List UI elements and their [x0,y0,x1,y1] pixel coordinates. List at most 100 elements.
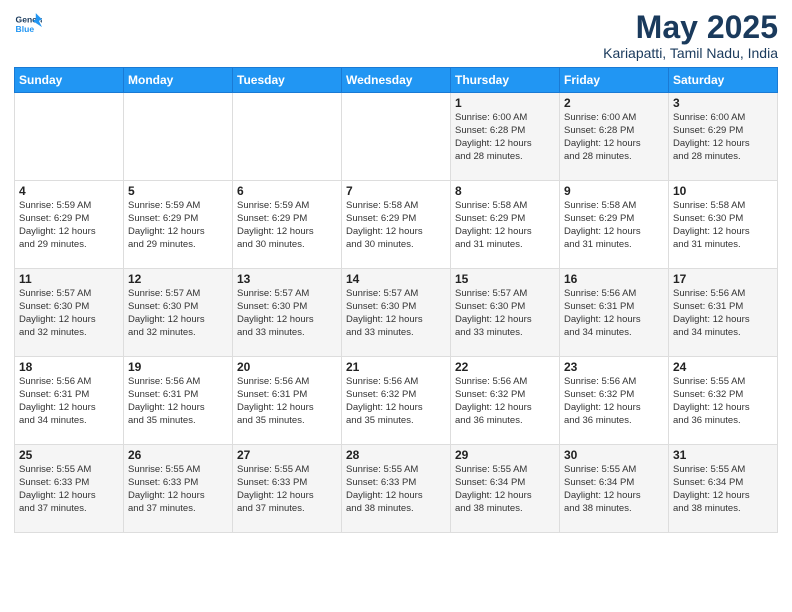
calendar-cell [233,93,342,181]
day-info: Sunrise: 6:00 AMSunset: 6:28 PMDaylight:… [455,112,555,163]
day-number: 2 [564,96,664,110]
svg-text:Blue: Blue [16,24,35,34]
day-number: 16 [564,272,664,286]
calendar-cell: 18Sunrise: 5:56 AMSunset: 6:31 PMDayligh… [15,357,124,445]
day-number: 12 [128,272,228,286]
calendar-cell: 13 Sunrise: 5:57 AMSunset: 6:30 PMDayligh… [233,269,342,357]
header: General Blue May 2025 Kariapatti, Tamil … [14,10,778,61]
day-header-tuesday: Tuesday [233,68,342,93]
day-info: Sunrise: 5:58 AMSunset: 6:29 PMDaylight:… [455,200,555,251]
day-info: Sunrise: 5:56 AMSunset: 6:31 PMDaylight:… [128,376,228,427]
day-number: 6 [237,184,337,198]
day-info: Sunrise: 5:57 AMSunset: 6:30 PMDaylight:… [346,288,446,339]
day-number: 3 [673,96,773,110]
day-info: Sunrise: 5:56 AMSunset: 6:32 PMDaylight:… [346,376,446,427]
day-number: 11 [19,272,119,286]
day-number: 18 [19,360,119,374]
calendar-cell: 3 Sunrise: 6:00 AMSunset: 6:29 PMDaylight… [669,93,778,181]
day-number: 25 [19,448,119,462]
page-subtitle: Kariapatti, Tamil Nadu, India [603,45,778,61]
calendar-cell: 10 Sunrise: 5:58 AMSunset: 6:30 PMDayligh… [669,181,778,269]
page-container: General Blue May 2025 Kariapatti, Tamil … [0,0,792,543]
calendar-cell: 5 Sunrise: 5:59 AMSunset: 6:29 PMDaylight… [124,181,233,269]
day-number: 24 [673,360,773,374]
calendar-week-row: 1 Sunrise: 6:00 AMSunset: 6:28 PMDaylight… [15,93,778,181]
calendar-cell: 31 Sunrise: 5:55 AMSunset: 6:34 PMDayligh… [669,445,778,533]
day-info: Sunrise: 5:59 AMSunset: 6:29 PMDaylight:… [128,200,228,251]
day-info: Sunrise: 5:58 AMSunset: 6:30 PMDaylight:… [673,200,773,251]
calendar-header-row: SundayMondayTuesdayWednesdayThursdayFrid… [15,68,778,93]
day-number: 5 [128,184,228,198]
day-number: 30 [564,448,664,462]
day-number: 15 [455,272,555,286]
day-info: Sunrise: 5:59 AMSunset: 6:29 PMDaylight:… [19,200,119,251]
day-info: Sunrise: 5:55 AMSunset: 6:34 PMDaylight:… [673,464,773,515]
day-info: Sunrise: 5:59 AMSunset: 6:29 PMDaylight:… [237,200,337,251]
day-number: 14 [346,272,446,286]
calendar-week-row: 11 Sunrise: 5:57 AMSunset: 6:30 PMDayligh… [15,269,778,357]
day-number: 13 [237,272,337,286]
day-info: Sunrise: 5:58 AMSunset: 6:29 PMDaylight:… [346,200,446,251]
day-number: 17 [673,272,773,286]
calendar-cell: 23 Sunrise: 5:56 AMSunset: 6:32 PMDayligh… [560,357,669,445]
day-number: 19 [128,360,228,374]
calendar-cell: 27 Sunrise: 5:55 AMSunset: 6:33 PMDayligh… [233,445,342,533]
day-info: Sunrise: 5:56 AMSunset: 6:32 PMDaylight:… [455,376,555,427]
day-info: Sunrise: 5:56 AMSunset: 6:32 PMDaylight:… [564,376,664,427]
calendar-cell: 7 Sunrise: 5:58 AMSunset: 6:29 PMDaylight… [342,181,451,269]
day-info: Sunrise: 6:00 AMSunset: 6:28 PMDaylight:… [564,112,664,163]
day-info: Sunrise: 5:56 AMSunset: 6:31 PMDaylight:… [564,288,664,339]
calendar-week-row: 18 Sunrise: 5:56 AMSunset: 6:31 PMDayligh… [15,357,778,445]
calendar-cell: 12Sunrise: 5:57 AMSunset: 6:30 PMDayligh… [124,269,233,357]
logo-icon: General Blue [14,10,42,38]
logo: General Blue [14,10,46,38]
calendar-cell: 17Sunrise: 5:56 AMSunset: 6:31 PMDayligh… [669,269,778,357]
calendar-cell: 19 Sunrise: 5:56 AMSunset: 6:31 PMDayligh… [124,357,233,445]
calendar-table: SundayMondayTuesdayWednesdayThursdayFrid… [14,67,778,533]
calendar-cell: 21Sunrise: 5:56 AMSunset: 6:32 PMDayligh… [342,357,451,445]
calendar-cell: 30 Sunrise: 5:55 AMSunset: 6:34 PMDayligh… [560,445,669,533]
day-header-sunday: Sunday [15,68,124,93]
calendar-cell: 9Sunrise: 5:58 AMSunset: 6:29 PMDaylight… [560,181,669,269]
day-number: 31 [673,448,773,462]
day-number: 22 [455,360,555,374]
day-info: Sunrise: 5:55 AMSunset: 6:34 PMDaylight:… [564,464,664,515]
calendar-cell: 20 Sunrise: 5:56 AMSunset: 6:31 PMDayligh… [233,357,342,445]
calendar-cell: 8 Sunrise: 5:58 AMSunset: 6:29 PMDaylight… [451,181,560,269]
calendar-cell: 24 Sunrise: 5:55 AMSunset: 6:32 PMDayligh… [669,357,778,445]
day-info: Sunrise: 5:55 AMSunset: 6:32 PMDaylight:… [673,376,773,427]
day-info: Sunrise: 5:55 AMSunset: 6:33 PMDaylight:… [346,464,446,515]
calendar-cell: 26Sunrise: 5:55 AMSunset: 6:33 PMDayligh… [124,445,233,533]
title-block: May 2025 Kariapatti, Tamil Nadu, India [603,10,778,61]
calendar-week-row: 25 Sunrise: 5:55 AMSunset: 6:33 PMDayligh… [15,445,778,533]
day-number: 4 [19,184,119,198]
day-info: Sunrise: 5:57 AMSunset: 6:30 PMDaylight:… [455,288,555,339]
day-header-monday: Monday [124,68,233,93]
day-number: 9 [564,184,664,198]
calendar-cell: 16 Sunrise: 5:56 AMSunset: 6:31 PMDayligh… [560,269,669,357]
day-info: Sunrise: 5:55 AMSunset: 6:33 PMDaylight:… [237,464,337,515]
day-header-thursday: Thursday [451,68,560,93]
day-info: Sunrise: 5:55 AMSunset: 6:34 PMDaylight:… [455,464,555,515]
day-info: Sunrise: 5:57 AMSunset: 6:30 PMDaylight:… [19,288,119,339]
day-number: 23 [564,360,664,374]
day-header-saturday: Saturday [669,68,778,93]
day-header-wednesday: Wednesday [342,68,451,93]
calendar-cell: 1 Sunrise: 6:00 AMSunset: 6:28 PMDaylight… [451,93,560,181]
day-info: Sunrise: 5:57 AMSunset: 6:30 PMDaylight:… [237,288,337,339]
day-info: Sunrise: 5:56 AMSunset: 6:31 PMDaylight:… [237,376,337,427]
calendar-cell: 28Sunrise: 5:55 AMSunset: 6:33 PMDayligh… [342,445,451,533]
day-number: 27 [237,448,337,462]
calendar-cell [15,93,124,181]
calendar-cell: 11 Sunrise: 5:57 AMSunset: 6:30 PMDayligh… [15,269,124,357]
calendar-cell: 4 Sunrise: 5:59 AMSunset: 6:29 PMDaylight… [15,181,124,269]
day-number: 20 [237,360,337,374]
calendar-cell: 25Sunrise: 5:55 AMSunset: 6:33 PMDayligh… [15,445,124,533]
day-number: 7 [346,184,446,198]
day-number: 1 [455,96,555,110]
calendar-cell: 22 Sunrise: 5:56 AMSunset: 6:32 PMDayligh… [451,357,560,445]
day-number: 10 [673,184,773,198]
calendar-cell: 14 Sunrise: 5:57 AMSunset: 6:30 PMDayligh… [342,269,451,357]
day-info: Sunrise: 6:00 AMSunset: 6:29 PMDaylight:… [673,112,773,163]
day-number: 8 [455,184,555,198]
